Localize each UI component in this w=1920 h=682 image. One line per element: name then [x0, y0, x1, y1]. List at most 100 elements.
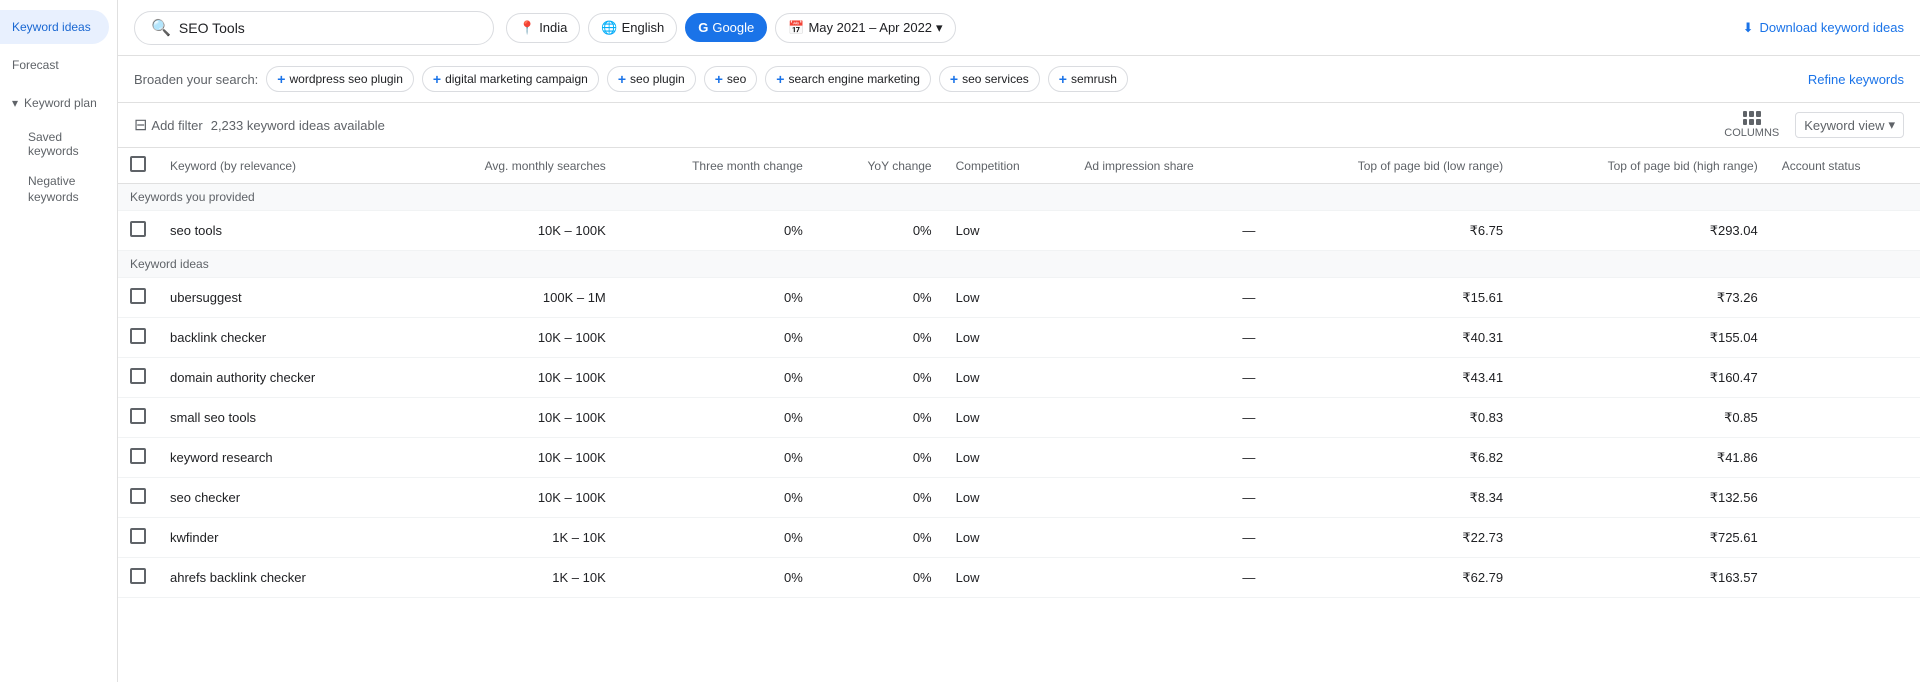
table-cell[interactable]: kwfinder: [158, 518, 405, 558]
sidebar-item-forecast[interactable]: Forecast: [0, 48, 109, 82]
sidebar-item-saved-keywords[interactable]: Saved keywords: [0, 122, 117, 166]
table-cell[interactable]: small seo tools: [158, 398, 405, 438]
download-button[interactable]: ⬇ Download keyword ideas: [1743, 20, 1904, 36]
col-ad-impression[interactable]: Ad impression share: [1072, 148, 1267, 184]
download-label: Download keyword ideas: [1759, 20, 1904, 35]
row-checkbox[interactable]: [130, 328, 146, 344]
keyword-table-container: Keyword (by relevance) Avg. monthly sear…: [118, 148, 1920, 682]
table-cell[interactable]: backlink checker: [158, 318, 405, 358]
table-cell: —: [1072, 558, 1267, 598]
table-cell: 0%: [815, 278, 944, 318]
col-bid-low[interactable]: Top of page bid (low range): [1267, 148, 1515, 184]
table-cell: —: [1072, 438, 1267, 478]
table-cell: [118, 211, 158, 251]
table-row: domain authority checker10K – 100K0%0%Lo…: [118, 358, 1920, 398]
sidebar-item-keyword-ideas[interactable]: Keyword ideas: [0, 10, 109, 44]
col-account-status[interactable]: Account status: [1770, 148, 1920, 184]
broaden-tag-6[interactable]: + semrush: [1048, 66, 1128, 92]
keyword-count: 2,233 keyword ideas available: [211, 118, 385, 133]
language-label: English: [622, 20, 665, 35]
col-keyword[interactable]: Keyword (by relevance): [158, 148, 405, 184]
sidebar-item-keyword-plan[interactable]: ▾ Keyword plan: [0, 86, 109, 120]
table-cell[interactable]: keyword research: [158, 438, 405, 478]
keyword-plan-label: Keyword plan: [24, 96, 97, 110]
table-cell: Low: [944, 278, 1073, 318]
row-checkbox[interactable]: [130, 568, 146, 584]
search-box[interactable]: 🔍: [134, 11, 494, 45]
table-cell[interactable]: domain authority checker: [158, 358, 405, 398]
table-cell: [118, 518, 158, 558]
language-icon: 🌐: [601, 20, 617, 36]
location-pill[interactable]: 📍 India: [506, 13, 580, 43]
row-checkbox[interactable]: [130, 448, 146, 464]
table-row: ahrefs backlink checker1K – 10K0%0%Low—₹…: [118, 558, 1920, 598]
table-cell: [1770, 478, 1920, 518]
plus-icon: +: [277, 71, 285, 87]
add-filter-label: Add filter: [151, 118, 202, 133]
table-header-row: Keyword (by relevance) Avg. monthly sear…: [118, 148, 1920, 184]
table-cell: 10K – 100K: [405, 398, 617, 438]
table-cell: —: [1072, 318, 1267, 358]
row-checkbox[interactable]: [130, 528, 146, 544]
row-checkbox[interactable]: [130, 288, 146, 304]
table-cell[interactable]: ahrefs backlink checker: [158, 558, 405, 598]
table-row: kwfinder1K – 10K0%0%Low—₹22.73₹725.61: [118, 518, 1920, 558]
broaden-tag-4[interactable]: + search engine marketing: [765, 66, 931, 92]
broaden-tag-1[interactable]: + digital marketing campaign: [422, 66, 599, 92]
filter-button[interactable]: ⊟ Add filter: [134, 115, 203, 135]
table-cell: ₹163.57: [1515, 558, 1770, 598]
location-icon: 📍: [519, 20, 535, 36]
table-cell: Low: [944, 358, 1073, 398]
keyword-view-button[interactable]: Keyword view ▾: [1795, 112, 1904, 138]
table-cell: —: [1072, 358, 1267, 398]
columns-button[interactable]: COLUMNS: [1724, 111, 1779, 139]
broaden-tag-2[interactable]: + seo plugin: [607, 66, 696, 92]
language-pill[interactable]: 🌐 English: [588, 13, 677, 43]
table-cell: [1770, 318, 1920, 358]
table-cell: ₹6.75: [1267, 211, 1515, 251]
row-checkbox[interactable]: [130, 368, 146, 384]
broaden-tag-label-6: semrush: [1071, 72, 1117, 86]
plus-icon: +: [776, 71, 784, 87]
broaden-tag-label-1: digital marketing campaign: [445, 72, 588, 86]
row-checkbox[interactable]: [130, 488, 146, 504]
table-cell: ₹132.56: [1515, 478, 1770, 518]
broaden-tag-0[interactable]: + wordpress seo plugin: [266, 66, 414, 92]
table-cell: ₹15.61: [1267, 278, 1515, 318]
table-cell: Low: [944, 398, 1073, 438]
keyword-ideas-label: Keyword ideas: [12, 20, 91, 34]
table-cell: ₹62.79: [1267, 558, 1515, 598]
broaden-tag-label-0: wordpress seo plugin: [289, 72, 402, 86]
filter-bar: ⊟ Add filter 2,233 keyword ideas availab…: [118, 103, 1920, 148]
col-yoy[interactable]: YoY change: [815, 148, 944, 184]
table-cell: Low: [944, 211, 1073, 251]
row-checkbox[interactable]: [130, 408, 146, 424]
table-cell: 0%: [618, 478, 815, 518]
plus-icon: +: [1059, 71, 1067, 87]
refine-keywords-button[interactable]: Refine keywords: [1808, 72, 1904, 87]
date-pill[interactable]: 📅 May 2021 – Apr 2022 ▾: [775, 13, 955, 43]
table-cell[interactable]: seo tools: [158, 211, 405, 251]
col-three-month[interactable]: Three month change: [618, 148, 815, 184]
table-cell: [1770, 398, 1920, 438]
broaden-label: Broaden your search:: [134, 72, 258, 87]
engine-pill[interactable]: G Google: [685, 13, 767, 42]
table-cell: [118, 478, 158, 518]
select-all-checkbox[interactable]: [130, 156, 146, 172]
table-cell: [118, 438, 158, 478]
broaden-tag-5[interactable]: + seo services: [939, 66, 1040, 92]
col-bid-high[interactable]: Top of page bid (high range): [1515, 148, 1770, 184]
broaden-tag-3[interactable]: + seo: [704, 66, 758, 92]
table-cell[interactable]: seo checker: [158, 478, 405, 518]
row-checkbox[interactable]: [130, 221, 146, 237]
sidebar-item-negative-keywords[interactable]: Negative keywords: [0, 166, 117, 213]
col-avg-monthly[interactable]: Avg. monthly searches: [405, 148, 617, 184]
col-competition[interactable]: Competition: [944, 148, 1073, 184]
table-cell[interactable]: ubersuggest: [158, 278, 405, 318]
search-input[interactable]: [179, 20, 477, 36]
download-icon: ⬇: [1743, 20, 1754, 36]
table-cell: 0%: [815, 478, 944, 518]
table-cell: ₹155.04: [1515, 318, 1770, 358]
filter-icon: ⊟: [134, 115, 147, 135]
table-row: seo tools10K – 100K0%0%Low—₹6.75₹293.04: [118, 211, 1920, 251]
